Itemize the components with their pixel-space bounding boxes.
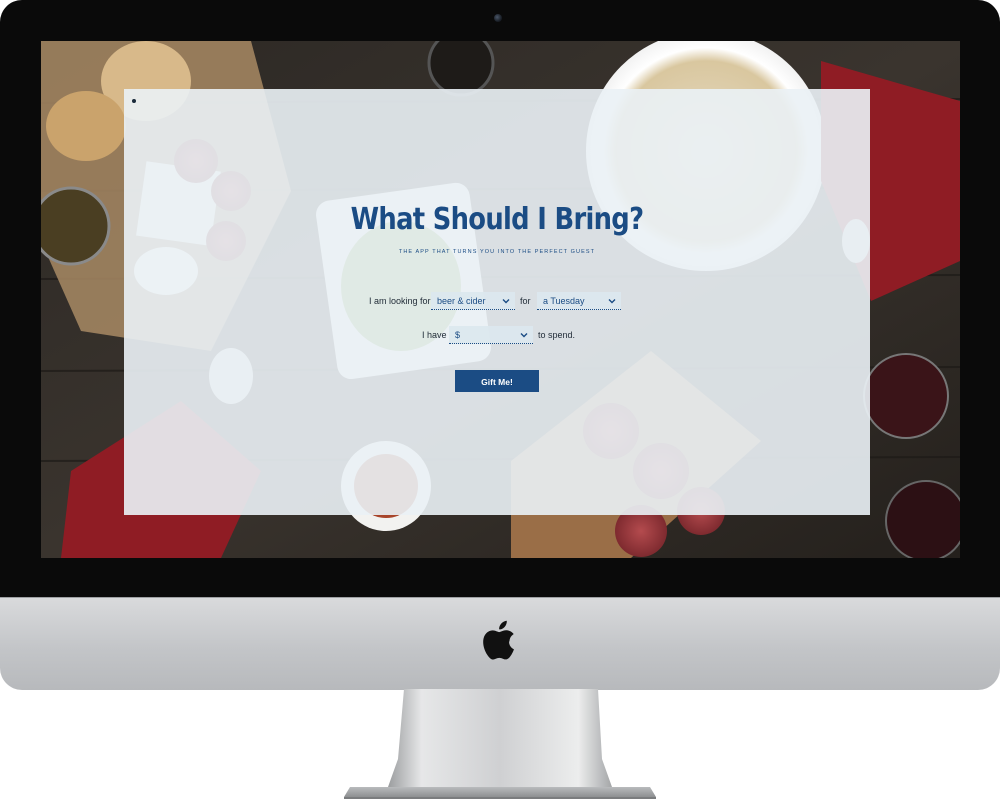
- budget-select-value: $: [455, 330, 461, 340]
- apple-logo-icon: [483, 620, 514, 660]
- chevron-down-icon: [502, 299, 510, 304]
- spend-label: to spend.: [538, 330, 576, 340]
- menu-icon[interactable]: [132, 99, 136, 103]
- app-title: What Should I Bring?: [350, 202, 644, 237]
- camera-icon: [494, 14, 502, 22]
- imac-mockup: What Should I Bring? THE APP THAT TURNS …: [0, 0, 1000, 803]
- chevron-down-icon: [520, 333, 528, 338]
- gift-me-button[interactable]: Gift Me!: [455, 370, 539, 392]
- budget-select[interactable]: $: [449, 326, 533, 344]
- for-label: for: [520, 296, 531, 306]
- app-subtitle: THE APP THAT TURNS YOU INTO THE PERFECT …: [398, 249, 596, 255]
- chevron-down-icon: [608, 299, 616, 304]
- monitor-stand: [344, 689, 656, 799]
- app-screen: What Should I Bring? THE APP THAT TURNS …: [41, 41, 960, 558]
- category-select[interactable]: beer & cider: [431, 292, 515, 310]
- have-label: I have: [422, 330, 447, 340]
- category-select-value: beer & cider: [437, 296, 486, 306]
- app-panel: What Should I Bring? THE APP THAT TURNS …: [124, 89, 870, 515]
- looking-for-label: I am looking for: [369, 296, 431, 306]
- occasion-select-value: a Tuesday: [543, 296, 585, 306]
- occasion-select[interactable]: a Tuesday: [537, 292, 621, 310]
